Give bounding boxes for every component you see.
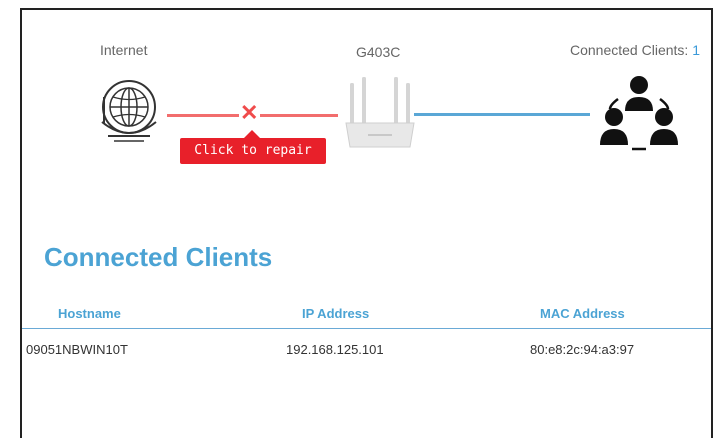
connected-clients-title: Connected Clients: [44, 242, 273, 272]
connected-clients-text: Connected Clients:: [570, 42, 693, 58]
globe-icon: [101, 80, 157, 142]
disconnected-icon: ✕: [240, 100, 259, 125]
internet-link-left: [167, 114, 239, 117]
column-hostname: Hostname: [58, 306, 121, 321]
clients-table-header: Hostname IP Address MAC Address: [22, 306, 711, 329]
client-ip-address: 192.168.125.101: [286, 342, 384, 357]
router-label: G403C: [356, 44, 401, 60]
client-mac-address: 80:e8:2c:94:a3:97: [530, 342, 635, 357]
connected-clients-label[interactable]: Connected Clients: 1: [570, 42, 700, 58]
internet-link-right: [260, 114, 338, 117]
client-hostname: 09051NBWIN10T: [26, 342, 128, 357]
client-link: [414, 113, 590, 116]
users-icon[interactable]: [596, 73, 682, 153]
connected-clients-count[interactable]: 1: [692, 42, 700, 58]
column-ip-address: IP Address: [302, 306, 370, 321]
router-icon: [345, 77, 415, 148]
column-mac-address: MAC Address: [540, 306, 625, 321]
click-to-repair-button[interactable]: Click to repair: [180, 130, 326, 164]
table-row: 09051NBWIN10T 192.168.125.101 80:e8:2c:9…: [22, 342, 711, 362]
internet-label: Internet: [100, 42, 148, 58]
status-panel: Internet G403C Connected Clients: 1 ✕ Cl…: [20, 8, 713, 438]
